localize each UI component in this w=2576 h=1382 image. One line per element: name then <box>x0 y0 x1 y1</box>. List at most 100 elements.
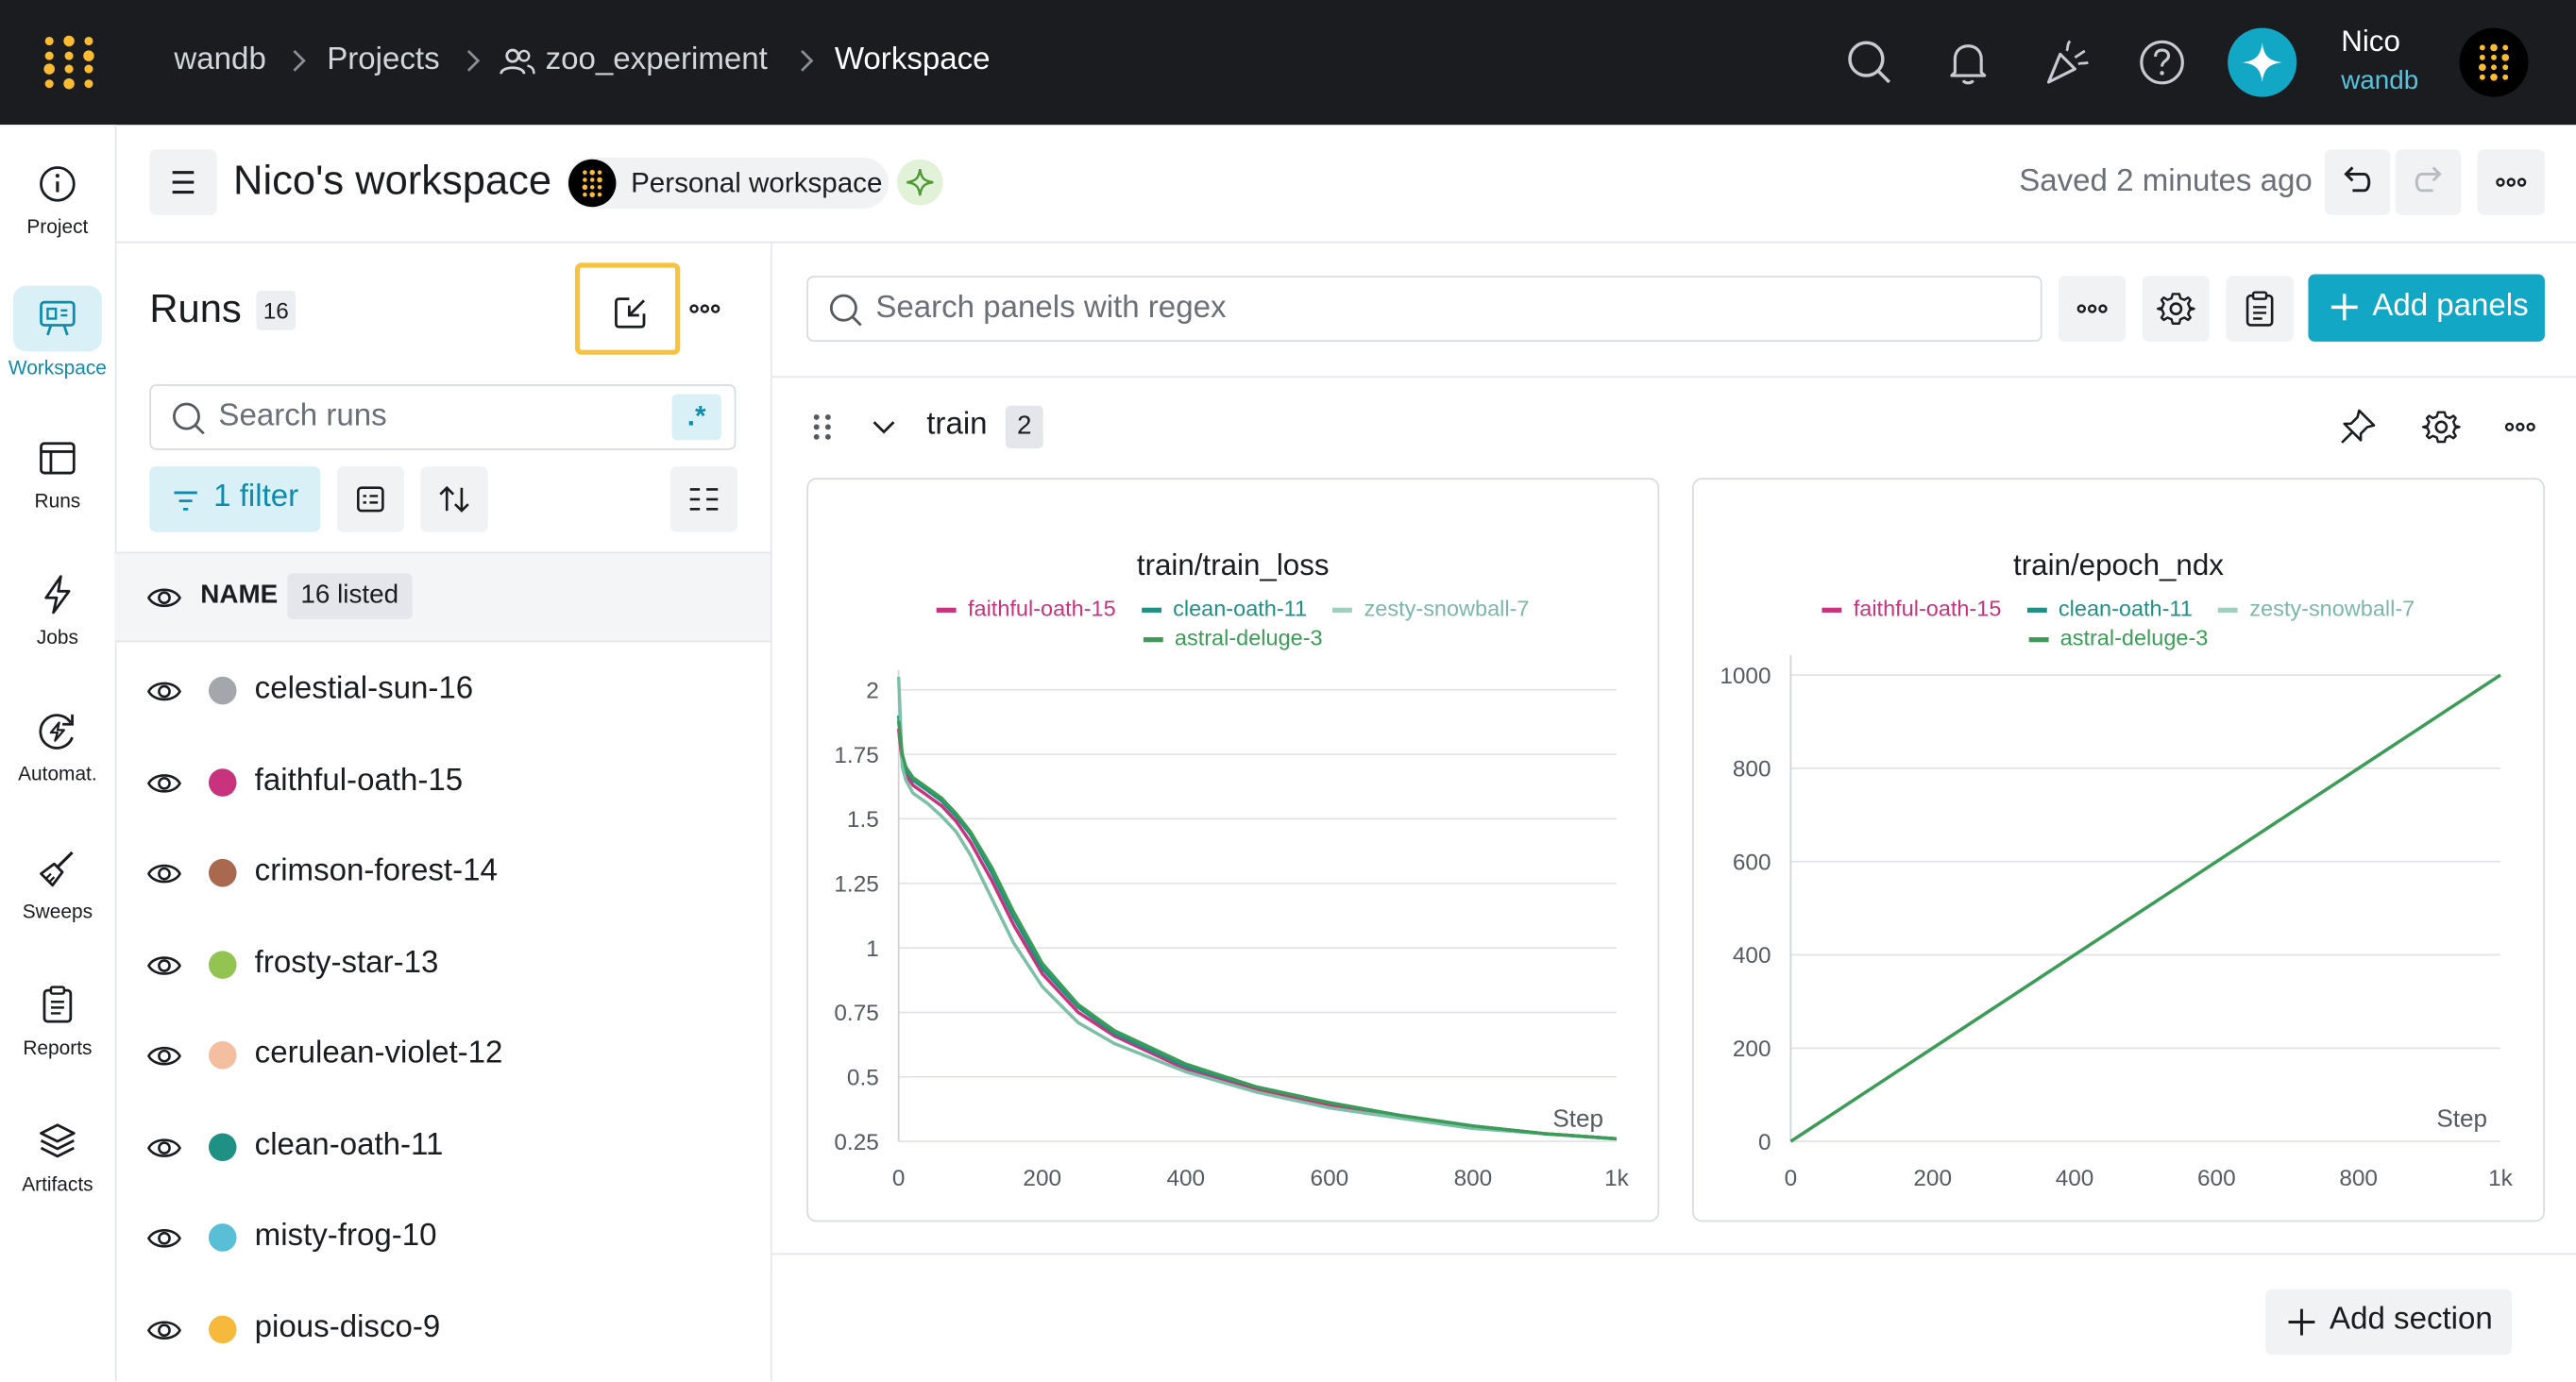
run-color-dot[interactable] <box>208 676 237 705</box>
runs-table-icon <box>40 442 76 475</box>
export-runs-button[interactable] <box>574 262 681 355</box>
chevron-down-icon[interactable] <box>868 411 901 444</box>
chart-panel-epoch-ndx[interactable]: train/epoch_ndx faithful-oath-15 clean-o… <box>1691 478 2545 1222</box>
section-title[interactable]: train <box>926 407 987 443</box>
search-icon[interactable] <box>1843 36 1896 89</box>
party-popper-icon[interactable] <box>2041 36 2093 89</box>
nav-item-sweeps[interactable]: Sweeps <box>0 848 115 923</box>
eye-icon[interactable] <box>146 1312 182 1348</box>
panels-menu-button[interactable] <box>2058 276 2127 342</box>
nav-label: Sweeps <box>22 900 93 923</box>
series-line-astral-deluge-3[interactable] <box>1789 673 2501 1143</box>
nav-label: Artifacts <box>22 1172 93 1196</box>
run-name[interactable]: crimson-forest-14 <box>255 854 498 890</box>
eye-icon[interactable] <box>146 1038 182 1074</box>
run-row[interactable]: faithful-oath-15 <box>115 737 769 828</box>
eye-icon[interactable] <box>146 1221 182 1256</box>
run-name[interactable]: faithful-oath-15 <box>255 764 464 800</box>
run-color-dot[interactable] <box>208 1133 237 1162</box>
run-color-dot[interactable] <box>208 858 237 887</box>
ai-assistant-button[interactable] <box>2228 27 2297 97</box>
sidebar-toggle-button[interactable] <box>149 149 217 215</box>
wandb-logo-icon[interactable] <box>40 33 99 93</box>
layers-icon <box>40 1123 76 1158</box>
run-name[interactable]: clean-oath-11 <box>255 1128 444 1164</box>
search-panels-input[interactable]: Search panels with regex <box>806 276 2042 342</box>
run-name[interactable]: cerulean-violet-12 <box>255 1036 503 1072</box>
run-row[interactable]: cerulean-violet-12 <box>115 1010 769 1101</box>
regex-toggle[interactable]: .* <box>671 394 721 441</box>
eye-icon[interactable] <box>146 855 182 891</box>
y-tick-label: 600 <box>1733 850 1771 875</box>
chevron-right-icon <box>293 49 306 72</box>
nav-item-artifacts[interactable]: Artifacts <box>0 1121 115 1196</box>
run-color-dot[interactable] <box>208 1315 237 1344</box>
run-color-dot[interactable] <box>208 1223 237 1252</box>
nav-item-reports[interactable]: Reports <box>0 984 115 1059</box>
gear-icon <box>2157 293 2195 325</box>
run-name[interactable]: pious-disco-9 <box>255 1310 441 1346</box>
nav-item-project[interactable]: Project <box>0 162 115 238</box>
add-section-button[interactable]: Add section <box>2265 1289 2513 1356</box>
eye-icon[interactable] <box>146 766 182 801</box>
sort-button[interactable] <box>420 466 488 532</box>
undo-button[interactable] <box>2324 149 2391 215</box>
breadcrumb-project[interactable]: zoo_experiment <box>546 42 768 78</box>
filter-button[interactable]: 1 filter <box>149 466 321 532</box>
eye-icon[interactable] <box>146 673 182 709</box>
nav-item-jobs[interactable]: Jobs <box>0 573 115 649</box>
nav-label: Automat. <box>18 762 97 785</box>
line-chart[interactable]: 0.25 0.5 0.75 1 1.25 1.5 1.75 2 0 200 400 600 800 1k S… <box>808 480 1657 1221</box>
avatar[interactable] <box>2459 27 2529 97</box>
run-row[interactable]: misty-frog-10 <box>115 1192 769 1283</box>
columns-button[interactable] <box>669 466 738 532</box>
runs-menu-button[interactable] <box>679 282 732 335</box>
eye-icon[interactable] <box>146 948 182 984</box>
breadcrumb-projects[interactable]: Projects <box>327 42 439 78</box>
run-row[interactable]: frosty-star-13 <box>115 919 769 1010</box>
lightning-icon <box>44 575 71 615</box>
line-chart[interactable]: 0 200 400 600 800 1000 0 200 400 600 800 1k Step <box>1694 480 2543 1221</box>
group-button[interactable] <box>336 466 404 532</box>
nav-item-runs[interactable]: Runs <box>0 437 115 513</box>
user-name[interactable]: Nico <box>2341 25 2400 59</box>
workspace-type-pill[interactable]: Personal workspace <box>567 158 890 209</box>
run-row[interactable]: crimson-forest-14 <box>115 828 769 919</box>
chart-panel-train-loss[interactable]: train/train_loss faithful-oath-15 clean-… <box>806 478 1660 1222</box>
user-org[interactable]: wandb <box>2341 67 2418 96</box>
run-color-dot[interactable] <box>208 1041 237 1070</box>
gear-icon[interactable] <box>2420 406 2463 448</box>
workspace-menu-button[interactable] <box>2477 149 2545 215</box>
run-name[interactable]: misty-frog-10 <box>255 1219 437 1255</box>
run-row[interactable]: clean-oath-11 <box>115 1102 769 1192</box>
add-panels-label: Add panels <box>2372 289 2529 324</box>
add-panels-button[interactable]: Add panels <box>2308 274 2545 342</box>
run-row[interactable]: celestial-sun-16 <box>115 646 769 736</box>
workspace-type-label: Personal workspace <box>631 167 883 199</box>
run-name[interactable]: celestial-sun-16 <box>255 672 474 708</box>
run-row[interactable]: pious-disco-9 <box>115 1285 769 1375</box>
nav-item-workspace[interactable]: Workspace <box>0 285 115 379</box>
pin-icon[interactable] <box>2336 406 2379 448</box>
run-color-dot[interactable] <box>208 951 237 979</box>
drag-handle-icon[interactable] <box>806 409 839 445</box>
nav-label: Reports <box>23 1036 93 1060</box>
help-icon[interactable] <box>2136 36 2189 89</box>
run-name[interactable]: frosty-star-13 <box>255 946 439 982</box>
clipboard-button[interactable] <box>2226 276 2294 342</box>
add-section-label: Add section <box>2330 1302 2493 1338</box>
redo-button[interactable] <box>2395 149 2462 215</box>
more-horizontal-icon[interactable] <box>2499 406 2541 448</box>
bell-icon[interactable] <box>1941 36 1994 89</box>
feature-sparkle-button[interactable] <box>896 159 943 206</box>
workspace-settings-button[interactable] <box>2142 276 2211 342</box>
eye-icon[interactable] <box>146 1130 182 1166</box>
nav-label: Jobs <box>36 625 78 649</box>
x-tick-label: 200 <box>1023 1166 1061 1191</box>
name-column-header[interactable]: NAME <box>200 581 278 611</box>
run-color-dot[interactable] <box>208 768 237 797</box>
breadcrumb-entity[interactable]: wandb <box>174 42 265 78</box>
eye-icon[interactable] <box>146 580 182 615</box>
search-runs-input[interactable]: Search runs .* <box>149 384 737 450</box>
nav-item-automations[interactable]: Automat. <box>0 710 115 785</box>
